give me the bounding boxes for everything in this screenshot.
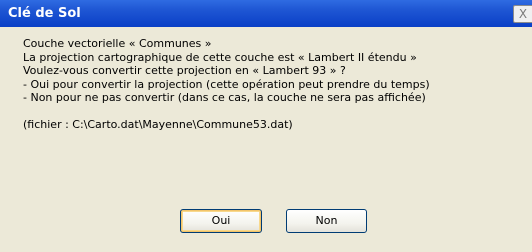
dialog-window: Clé de Sol X Couche vectorielle « Commun… xyxy=(0,0,532,252)
message-line-projection: La projection cartographique de cette co… xyxy=(23,50,417,64)
message-line-yes-option: - Oui pour convertir la projection (cett… xyxy=(23,77,430,91)
message-text: Couche vectorielle « Communes » La proje… xyxy=(23,37,532,132)
title-bar[interactable]: Clé de Sol X xyxy=(0,0,532,27)
message-line-question: Voulez-vous convertir cette projection e… xyxy=(23,64,346,78)
window-title: Clé de Sol xyxy=(8,6,81,21)
message-line-layer: Couche vectorielle « Communes » xyxy=(23,37,212,50)
message-file-path: (fichier : C:\Carto.dat\Mayenne\Commune5… xyxy=(23,117,293,131)
close-button[interactable]: X xyxy=(513,5,532,23)
no-button[interactable]: Non xyxy=(286,209,367,233)
message-line-no-option: - Non pour ne pas convertir (dans ce cas… xyxy=(23,91,426,105)
close-icon: X xyxy=(518,7,528,21)
yes-button[interactable]: Oui xyxy=(180,209,262,233)
